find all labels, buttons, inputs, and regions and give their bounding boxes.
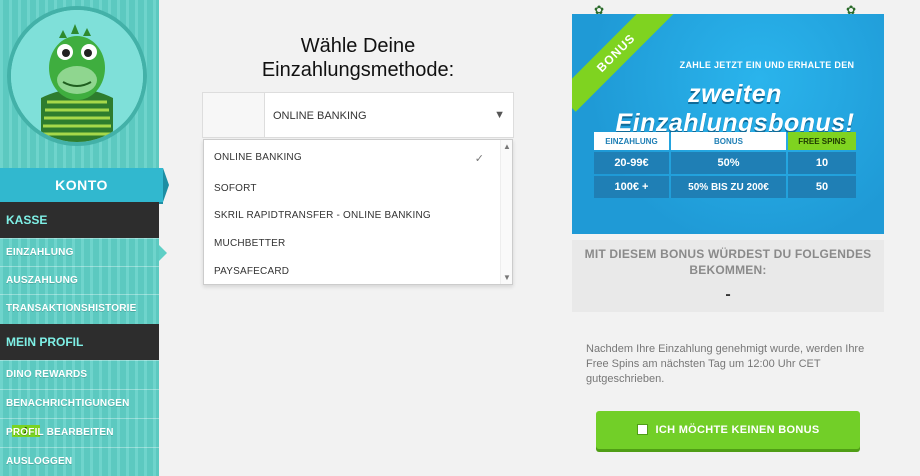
option-muchbetter[interactable]: MUCHBETTER (214, 238, 285, 249)
title-line-1: Wähle Deine (300, 35, 416, 57)
bonus-cell: 50% (670, 152, 787, 174)
scroll-down-icon[interactable]: ▼ (503, 273, 511, 282)
bonus-result-title: MIT DIESEM BONUS WÜRDEST DU FOLGENDES BE… (584, 247, 872, 277)
title-line-2: Einzahlungsmethode: (261, 59, 455, 81)
bonus-cell: 50% BIS ZU 200€ (670, 176, 787, 198)
section-mein-profil: MEIN PROFIL (0, 324, 159, 360)
option-sofort[interactable]: SOFORT (214, 183, 257, 194)
scroll-up-icon[interactable]: ▲ (503, 142, 511, 151)
option-online-banking[interactable]: ONLINE BANKING (214, 152, 302, 163)
payment-method-select[interactable]: ONLINE BANKING ▼ (202, 92, 514, 138)
bonus-header-einzahlung: EINZAHLUNG (594, 132, 669, 150)
payment-logo-slot (203, 93, 265, 137)
sidebar-item-dino-rewards[interactable]: DINO REWARDS (0, 360, 159, 388)
option-paysafecard[interactable]: PAYSAFECARD (214, 266, 289, 277)
no-bonus-label: ICH MÖCHTE KEINEN BONUS (655, 424, 820, 436)
bonus-result-value: - (725, 286, 731, 303)
bonus-header-bonus: BONUS (670, 132, 787, 150)
sidebar-item-ausloggen[interactable]: AUSLOGGEN (0, 447, 159, 475)
payment-method-dropdown: ONLINE BANKING ✓ SOFORT SKRIL RAPIDTRANS… (203, 139, 513, 285)
bonus-cell: 10 (788, 152, 856, 174)
bonus-result-box: MIT DIESEM BONUS WÜRDEST DU FOLGENDES BE… (572, 240, 884, 312)
dropdown-scrollbar[interactable]: ▲ ▼ (500, 140, 512, 284)
bonus-cell: 50 (788, 176, 856, 198)
sidebar-item-profil-bearbeiten[interactable]: PROFIL BEARBEITEN (0, 418, 159, 446)
bonus-cell: 20-99€ (594, 152, 669, 174)
bonus-cell: 100€ + (594, 176, 669, 198)
option-skril-rapidtransfer[interactable]: SKRIL RAPIDTRANSFER - ONLINE BANKING (214, 210, 431, 221)
sidebar-item-transaktionshistorie[interactable]: TRANSAKTIONSHISTORIE (0, 294, 159, 322)
payment-method-value: ONLINE BANKING (273, 110, 367, 122)
page-title: Wähle Deine Einzahlungsmethode: (204, 34, 512, 82)
section-kasse: KASSE (0, 202, 159, 238)
konto-header: KONTO (0, 168, 169, 202)
bonus-table: EINZAHLUNG BONUS FREE SPINS 20-99€ 50% 1… (592, 130, 858, 200)
sidebar-item-auszahlung[interactable]: AUSZAHLUNG (0, 266, 159, 294)
dino-mascot-icon (11, 10, 143, 142)
dropdown-arrow-icon[interactable]: ▼ (494, 109, 505, 121)
sidebar: KONTO KASSE EINZAHLUNG AUSZAHLUNG TRANSA… (0, 0, 169, 476)
bonus-top-text: ZAHLE JETZT EIN UND ERHALTE DEN (679, 60, 855, 70)
free-spins-info: Nachdem Ihre Einzahlung genehmigt wurde,… (586, 343, 865, 385)
sidebar-item-einzahlung[interactable]: EINZAHLUNG (0, 238, 167, 266)
bonus-banner: BONUS ZAHLE JETZT EIN UND ERHALTE DEN zw… (572, 14, 884, 234)
checkmark-icon: ✓ (474, 153, 484, 165)
no-bonus-button[interactable]: ICH MÖCHTE KEINEN BONUS (596, 411, 860, 449)
bonus-header-free-spins: FREE SPINS (788, 132, 856, 150)
avatar (7, 6, 147, 146)
sidebar-item-label: BENACHRICHTIGUNGEN (6, 398, 130, 409)
sidebar-item-benachrichtigungen[interactable]: BENACHRICHTIGUNGEN1 (0, 389, 159, 438)
no-bonus-checkbox[interactable] (636, 423, 648, 435)
